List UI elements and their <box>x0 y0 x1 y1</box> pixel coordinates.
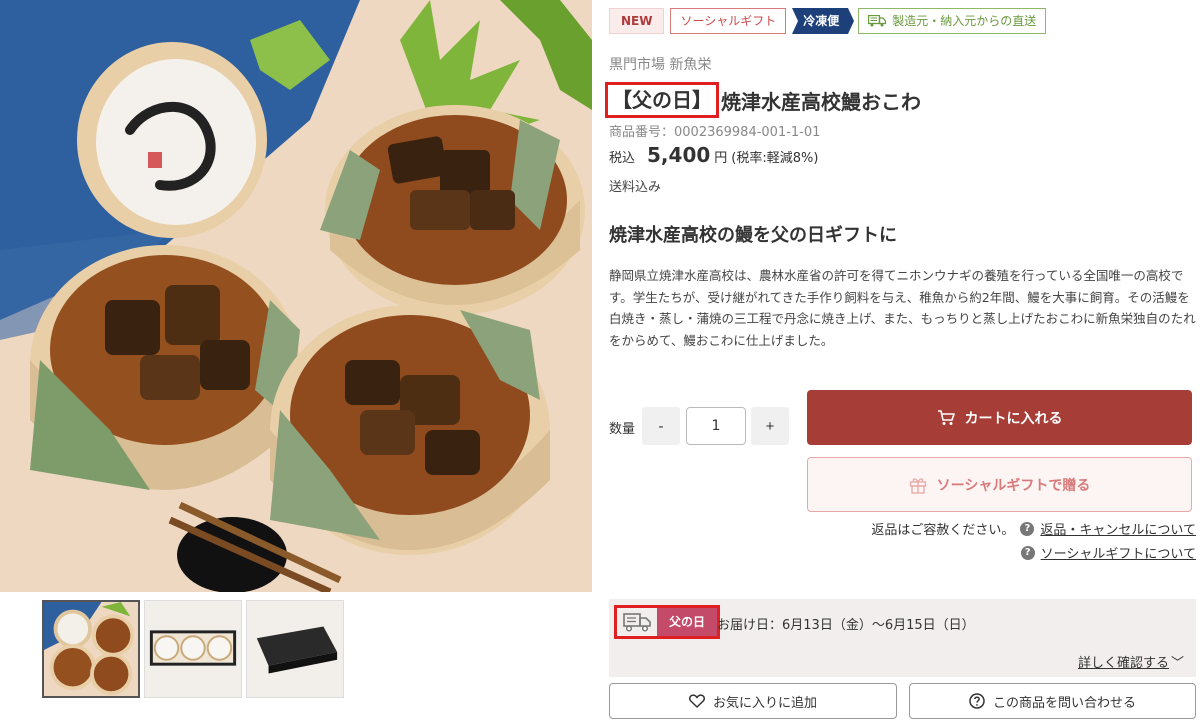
price-value: 5,400 <box>647 143 711 167</box>
return-policy-row: 返品はご容赦ください。 ? 返品・キャンセルについて <box>871 519 1196 538</box>
social-gift-info-row: ? ソーシャルギフトについて <box>1020 543 1196 562</box>
shipping-note: 送料込み <box>609 180 662 195</box>
product-title: 【父の日】 焼津水産高校鰻おこわ <box>605 82 921 118</box>
delivery-info-box: 父の日 お届け日：6月13日（金）～6月15日（日） 詳しく確認する ﹀ <box>609 599 1196 677</box>
gift-icon <box>909 477 926 494</box>
fathers-day-tag: 父の日 <box>614 605 721 639</box>
thumbnail-2[interactable] <box>144 600 242 698</box>
delivery-details-link[interactable]: 詳しく確認する ﹀ <box>1078 652 1184 671</box>
quantity-input[interactable] <box>686 407 746 445</box>
thumbnail-strip <box>42 600 344 698</box>
cart-icon <box>937 409 955 425</box>
heart-icon <box>689 694 705 708</box>
frozen-delivery-badge: 冷凍便 <box>792 8 855 34</box>
product-inquiry-button[interactable]: この商品を問い合わせる <box>909 683 1196 719</box>
delivery-date-text: お届け日：6月13日（金）～6月15日（日） <box>717 618 975 633</box>
product-sku: 商品番号：0002369984-001-1-01 <box>609 125 821 140</box>
product-description: 静岡県立焼津水産高校は、農林水産省の許可を得てニホンウナギの養殖を行っている全国… <box>609 268 1196 348</box>
help-icon: ? <box>1020 521 1035 536</box>
social-gift-button[interactable]: ソーシャルギフトで贈る <box>807 457 1192 512</box>
add-to-cart-button[interactable]: カートに入れる <box>807 390 1192 445</box>
shop-name[interactable]: 黒門市場 新魚栄 <box>609 54 711 74</box>
add-to-favorites-label: お気に入りに追加 <box>712 695 817 711</box>
return-policy-link[interactable]: 返品・キャンセルについて <box>1040 519 1196 538</box>
question-circle-icon <box>969 693 985 709</box>
social-gift-info-link[interactable]: ソーシャルギフトについて <box>1041 543 1196 562</box>
delivery-truck-icon <box>623 613 651 632</box>
product-inquiry-label: この商品を問い合わせる <box>992 695 1136 711</box>
chevron-down-icon: ﹀ <box>1170 656 1184 671</box>
quantity-label: 数量 <box>609 422 636 437</box>
quantity-decrement-button[interactable]: - <box>642 407 680 445</box>
direct-shipping-label: 製造元・納入元からの直送 <box>892 14 1037 28</box>
tax-note: (税率:軽減8%) <box>731 151 819 166</box>
new-badge: NEW <box>609 8 665 34</box>
thumbnail-1[interactable] <box>42 600 140 698</box>
price-prefix: 税込 <box>609 151 636 166</box>
direct-shipping-badge: 製造元・納入元からの直送 <box>858 8 1047 34</box>
price-unit: 円 <box>714 151 728 166</box>
price-row: 税込 5,400 円 (税率:軽減8%) <box>609 143 818 167</box>
quantity-increment-button[interactable]: + <box>751 407 789 445</box>
product-headline: 焼津水産高校の鰻を父の日ギフトに <box>609 225 897 246</box>
thumbnail-3[interactable] <box>246 600 344 698</box>
main-product-image <box>0 0 592 592</box>
product-info-panel: NEW ソーシャルギフト 冷凍便 製造元・納入元からの直送 黒門市場 新魚栄 【… <box>605 0 1196 722</box>
add-to-favorites-button[interactable]: お気に入りに追加 <box>609 683 897 719</box>
return-policy-text: 返品はご容赦ください。 <box>871 523 1015 538</box>
title-text: 焼津水産高校鰻おこわ <box>721 89 921 114</box>
delivery-details-label: 詳しく確認する <box>1077 656 1169 671</box>
add-to-cart-label: カートに入れる <box>964 409 1063 426</box>
social-gift-badge: ソーシャルギフト <box>670 8 787 34</box>
lid-illustration <box>77 42 267 238</box>
fathers-day-label: 父の日 <box>657 608 718 636</box>
badge-row: NEW ソーシャルギフト 冷凍便 製造元・納入元からの直送 <box>609 8 1047 34</box>
social-gift-label: ソーシャルギフトで贈る <box>936 476 1091 493</box>
secondary-actions: お気に入りに追加 この商品を問い合わせる <box>609 683 1196 719</box>
help-icon: ? <box>1020 545 1035 560</box>
truck-icon <box>868 15 887 27</box>
title-highlight: 【父の日】 <box>605 82 719 118</box>
